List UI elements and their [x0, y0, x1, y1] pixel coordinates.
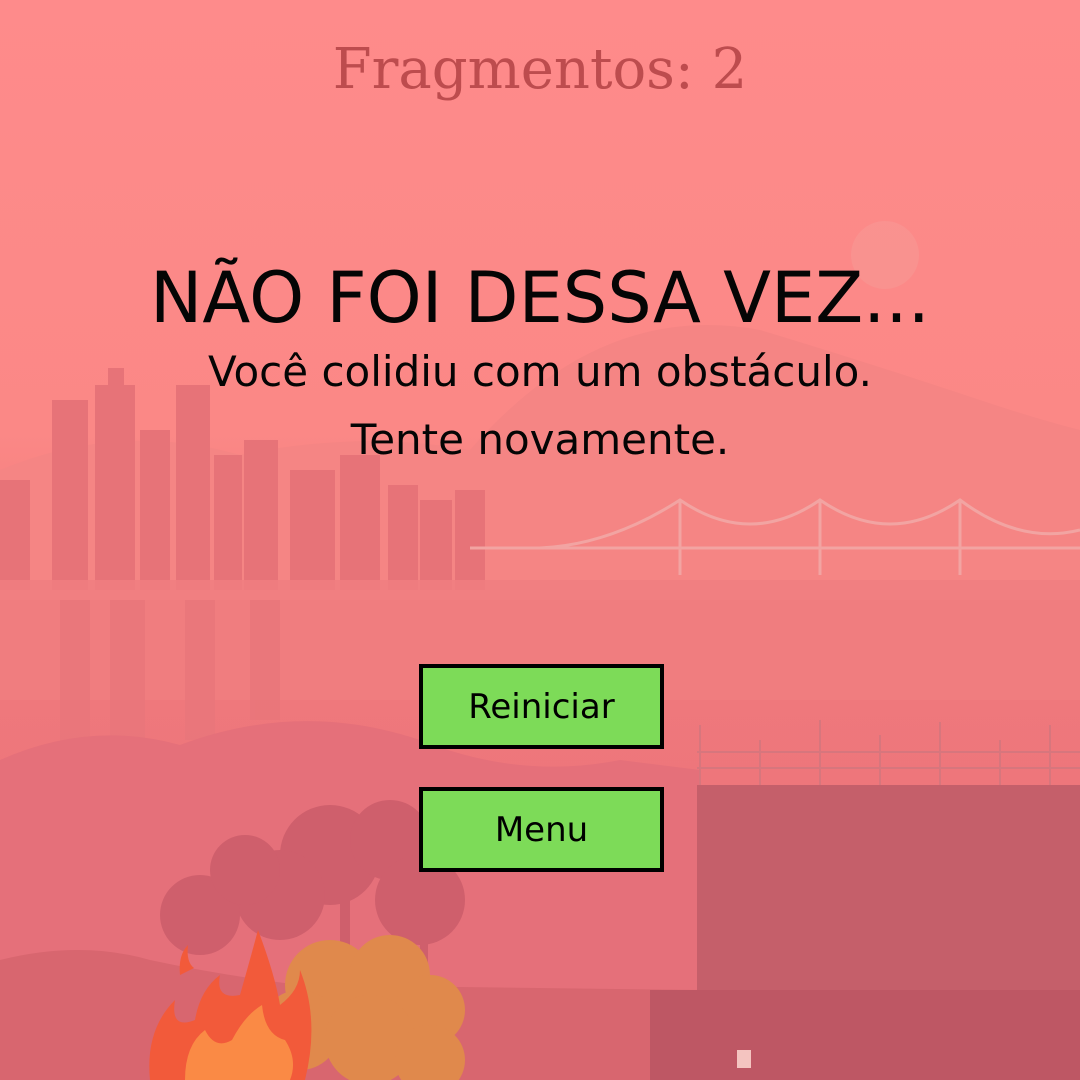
small-sign	[737, 1050, 751, 1068]
city-background	[0, 221, 1080, 1080]
menu-button[interactable]: Menu	[419, 787, 664, 872]
fragments-counter: Fragmentos: 2	[332, 37, 748, 102]
game-over-title: NÃO FOI DESSA VEZ...	[150, 257, 930, 339]
game-over-screen: Fragmentos: 2 NÃO FOI DESSA VEZ... Você …	[0, 0, 1080, 1080]
fence	[697, 720, 1080, 785]
foreground-right	[650, 990, 1080, 1080]
game-over-message-line2: Tente novamente.	[350, 415, 730, 464]
game-over-message-line1: Você colidiu com um obstáculo.	[208, 347, 872, 396]
restart-button[interactable]: Reiniciar	[419, 664, 664, 749]
